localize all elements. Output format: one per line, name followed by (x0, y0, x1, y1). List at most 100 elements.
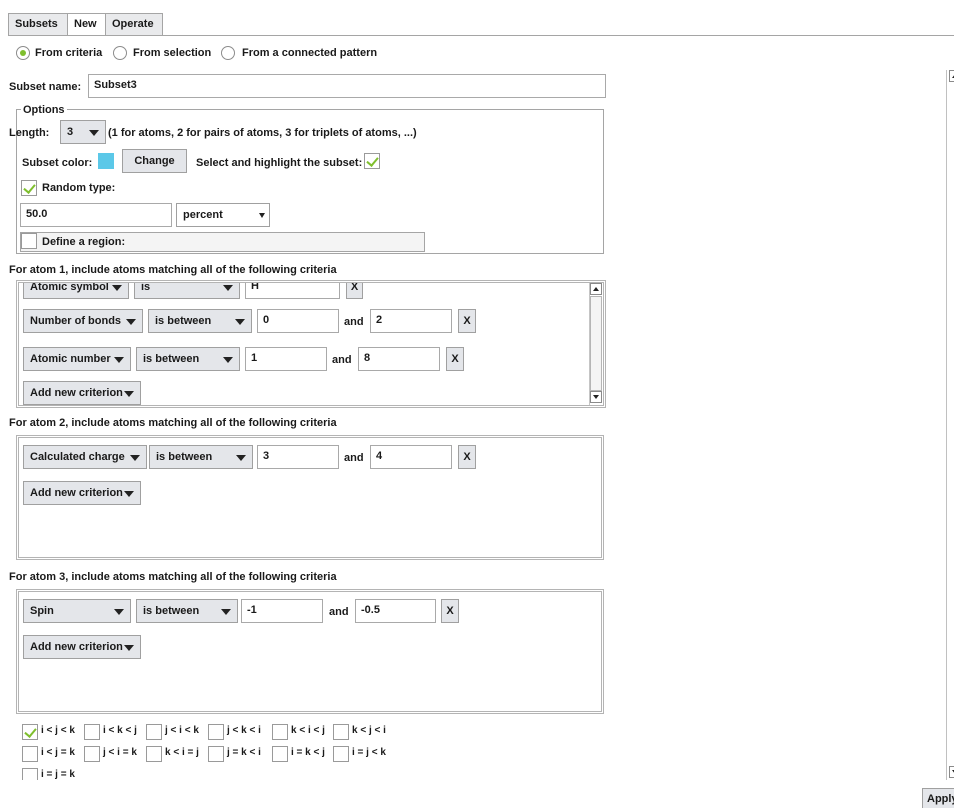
ordering-checkbox[interactable] (22, 724, 38, 740)
remove-criterion-button[interactable]: X (441, 599, 459, 623)
apply-button[interactable]: Apply (922, 788, 954, 808)
subset-color-swatch (98, 153, 114, 169)
ordering-option[interactable]: j < k < i (208, 724, 268, 742)
highlight-label: Select and highlight the subset: (196, 157, 363, 169)
ordering-option[interactable]: i = j = k (22, 768, 82, 780)
remove-criterion-button[interactable]: X (458, 309, 476, 333)
criterion-operator-combo[interactable]: is between (148, 309, 252, 333)
ordering-option[interactable]: i < k < j (84, 724, 144, 742)
ordering-checkbox[interactable] (146, 724, 162, 740)
define-region-label: Define a region: (42, 236, 126, 248)
scroll-up-icon[interactable] (590, 283, 602, 295)
ordering-option[interactable]: i = j < k (333, 746, 393, 764)
scroll-down-icon[interactable] (590, 391, 602, 403)
options-legend: Options (21, 103, 67, 117)
ordering-checkbox[interactable] (208, 746, 224, 762)
criterion-property-combo[interactable]: Calculated charge (23, 445, 147, 469)
scroll-thumb[interactable] (590, 296, 602, 391)
criterion-property-combo[interactable]: Atomic symbol (23, 283, 129, 299)
radio-from-pattern[interactable] (221, 46, 235, 60)
criterion-property-combo[interactable]: Atomic number (23, 347, 131, 371)
subset-color-label: Subset color: (22, 157, 93, 169)
atom3-criteria-box: Spin is between -1 and -0.5 X Add new cr… (16, 589, 604, 714)
criterion-property-value: Number of bonds (30, 315, 122, 327)
remove-criterion-button[interactable]: X (446, 347, 464, 371)
ordering-option[interactable]: i < j < k (22, 724, 82, 742)
ordering-option[interactable]: i = k < j (272, 746, 332, 764)
random-type-checkbox[interactable] (21, 180, 37, 196)
criterion-and-label: and (344, 452, 364, 464)
ordering-checkbox[interactable] (333, 746, 349, 762)
ordering-checkbox[interactable] (333, 724, 349, 740)
ordering-option[interactable]: k < i = j (146, 746, 206, 764)
criterion-min-field[interactable]: 3 (257, 445, 339, 469)
length-combo[interactable]: 3 (60, 120, 106, 144)
chevron-down-icon (126, 319, 136, 325)
criterion-and-label: and (332, 354, 352, 366)
add-criterion-button[interactable]: Add new criterion (23, 481, 141, 505)
criterion-min-field[interactable]: -1 (241, 599, 323, 623)
criterion-min-field[interactable]: 0 (257, 309, 339, 333)
remove-criterion-button[interactable]: X (346, 283, 363, 299)
criterion-max-field[interactable]: 4 (370, 445, 452, 469)
chevron-down-icon (124, 491, 134, 497)
add-criterion-button[interactable]: Add new criterion (23, 635, 141, 659)
scroll-down-icon[interactable] (949, 766, 954, 778)
criterion-property-combo[interactable]: Spin (23, 599, 131, 623)
radio-from-selection[interactable] (113, 46, 127, 60)
tab-operate[interactable]: Operate (105, 13, 163, 35)
ordering-label: i < j < k (41, 725, 75, 736)
atom1-scrollbar[interactable] (589, 283, 603, 405)
tab-new[interactable]: New (67, 13, 106, 36)
chevron-down-icon (114, 609, 124, 615)
panel-scrollbar[interactable] (946, 70, 954, 780)
chevron-down-icon (130, 455, 140, 461)
tab-subsets[interactable]: Subsets (8, 13, 68, 35)
criterion-property-combo[interactable]: Number of bonds (23, 309, 143, 333)
ordering-checkbox[interactable] (22, 746, 38, 762)
ordering-option[interactable]: k < i < j (272, 724, 332, 742)
ordering-label: i < j = k (41, 747, 75, 758)
ordering-option[interactable]: i < j = k (22, 746, 82, 764)
length-hint: (1 for atoms, 2 for pairs of atoms, 3 fo… (108, 127, 417, 139)
define-region-checkbox[interactable] (21, 233, 37, 249)
ordering-checkbox[interactable] (84, 746, 100, 762)
criterion-value-field[interactable]: H (245, 283, 340, 299)
radio-from-selection-label: From selection (133, 47, 212, 59)
add-criterion-label: Add new criterion (30, 387, 123, 399)
criterion-operator-combo[interactable]: is (134, 283, 240, 299)
random-value-field[interactable]: 50.0 (20, 203, 172, 227)
scroll-up-icon[interactable] (949, 70, 954, 82)
ordering-option[interactable]: j = k < i (208, 746, 268, 764)
remove-criterion-button[interactable]: X (458, 445, 476, 469)
ordering-checkbox[interactable] (146, 746, 162, 762)
ordering-checkbox[interactable] (22, 768, 38, 780)
ordering-option[interactable]: j < i < k (146, 724, 206, 742)
criterion-max-field[interactable]: 8 (358, 347, 440, 371)
add-criterion-button[interactable]: Add new criterion (23, 381, 141, 405)
criterion-operator-combo[interactable]: is between (136, 599, 238, 623)
ordering-option[interactable]: j < i = k (84, 746, 144, 764)
ordering-checkbox[interactable] (84, 724, 100, 740)
random-unit-combo[interactable]: percent (176, 203, 270, 227)
atom1-title: For atom 1, include atoms matching all o… (9, 264, 337, 276)
ordering-checkbox[interactable] (272, 746, 288, 762)
add-criterion-label: Add new criterion (30, 641, 123, 653)
criterion-operator-combo[interactable]: is between (136, 347, 240, 371)
chevron-down-icon (114, 357, 124, 363)
chevron-down-icon (89, 130, 99, 136)
ordering-checkbox[interactable] (208, 724, 224, 740)
ordering-option[interactable]: k < j < i (333, 724, 393, 742)
criterion-max-field[interactable]: -0.5 (355, 599, 436, 623)
ordering-checkbox[interactable] (272, 724, 288, 740)
atom2-title: For atom 2, include atoms matching all o… (9, 417, 337, 429)
chevron-down-icon (236, 455, 246, 461)
atom1-criteria-box: Atomic symbol is H X Number of bonds is … (16, 280, 606, 408)
highlight-checkbox[interactable] (364, 153, 380, 169)
subset-name-field[interactable]: Subset3 (88, 74, 606, 98)
change-color-button[interactable]: Change (122, 149, 187, 173)
criterion-operator-combo[interactable]: is between (149, 445, 253, 469)
criterion-min-field[interactable]: 1 (245, 347, 327, 371)
radio-from-criteria[interactable] (16, 46, 30, 60)
criterion-max-field[interactable]: 2 (370, 309, 452, 333)
